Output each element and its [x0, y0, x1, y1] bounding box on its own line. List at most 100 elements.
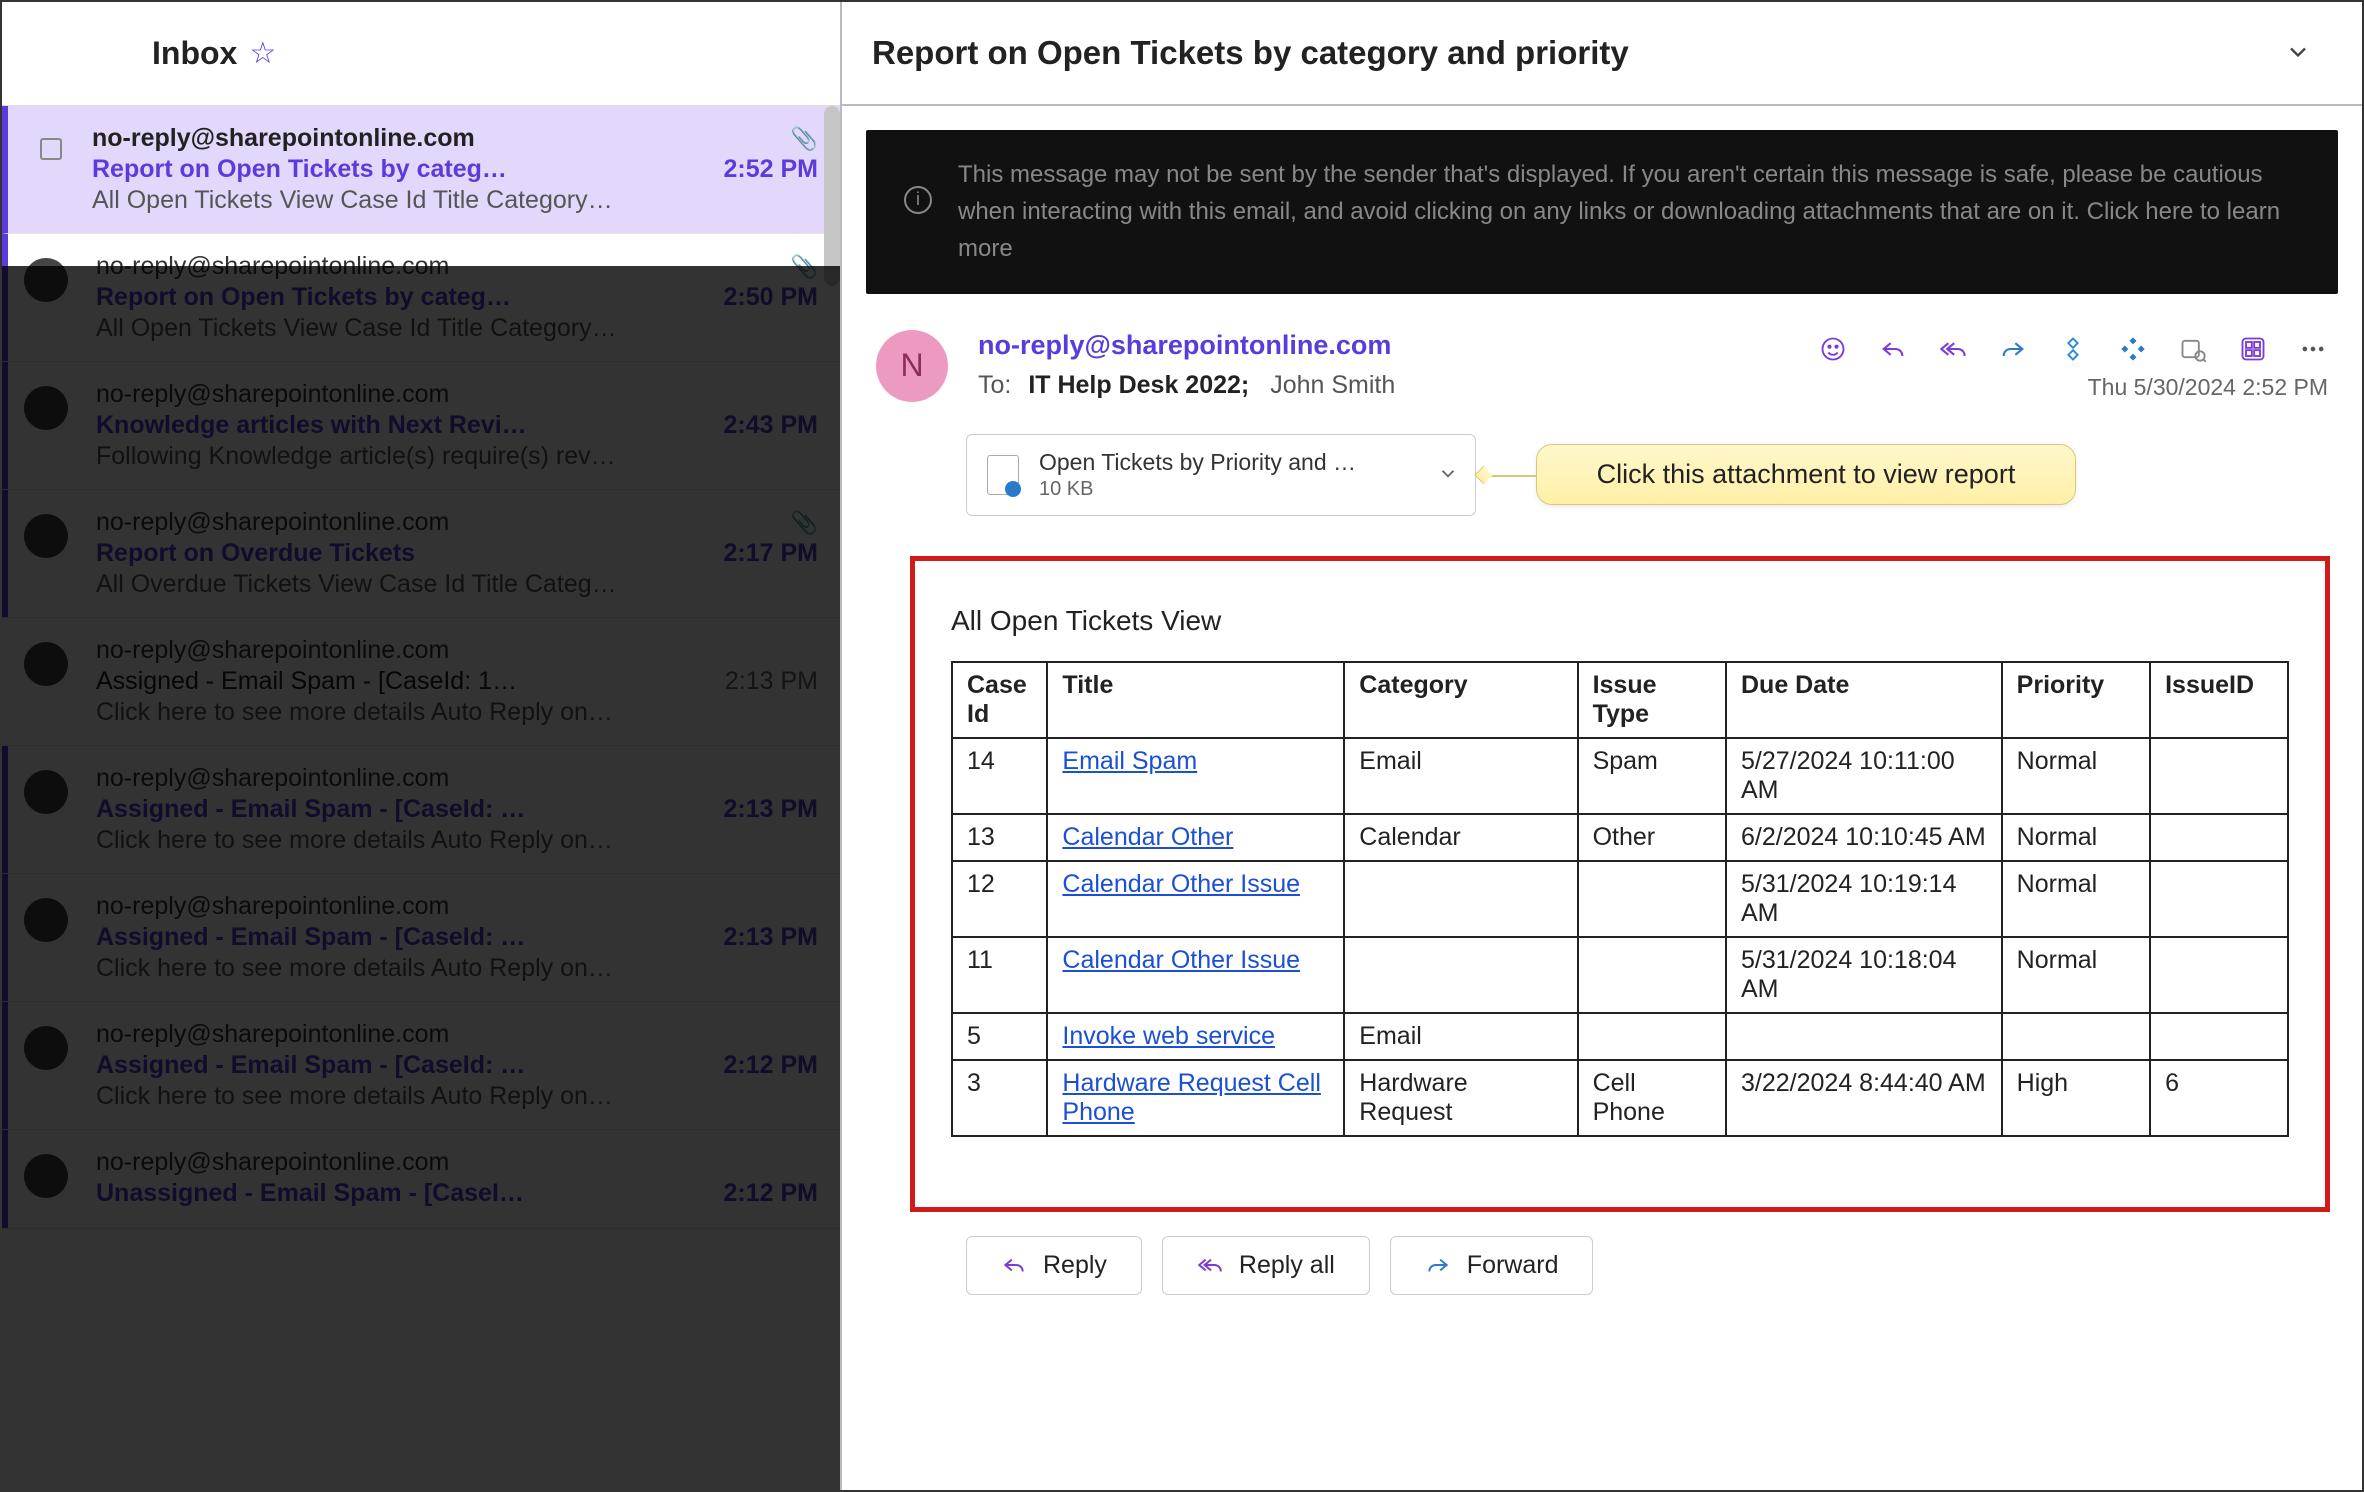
message-list-scrollbar[interactable] [824, 106, 840, 286]
safety-banner-text: This message may not be sent by the send… [958, 156, 2300, 268]
table-cell: Spam [1578, 738, 1726, 814]
message-sender: no-reply@sharepointonline.com [92, 124, 781, 153]
message-list[interactable]: no-reply@sharepointonline.com 📎 Report on … [2, 106, 840, 1490]
table-cell: Invoke web service [1047, 1013, 1344, 1060]
more-actions-icon[interactable] [2298, 334, 2328, 364]
reply-all-button[interactable]: Reply all [1162, 1236, 1370, 1295]
message-list-pane: Inbox ☆ no-reply@sharepointonline.com 📎 Re… [2, 2, 842, 1490]
table-cell: Calendar Other Issue [1047, 937, 1344, 1013]
recipient-secondary[interactable]: John Smith [1270, 371, 1395, 399]
table-cell: Email Spam [1047, 738, 1344, 814]
reading-subject: Report on Open Tickets by category and p… [872, 34, 1629, 72]
emoji-reaction-icon[interactable] [1818, 334, 1848, 364]
forward-button[interactable]: Forward [1390, 1236, 1594, 1295]
report-highlight-box: All Open Tickets View Case IdTitleCatego… [910, 556, 2330, 1212]
table-cell [1578, 937, 1726, 1013]
app-root: Inbox ☆ no-reply@sharepointonline.com 📎 Re… [0, 0, 2364, 1492]
attachment-chevron-icon[interactable] [1437, 462, 1459, 487]
attachment-name: Open Tickets by Priority and … [1039, 449, 1356, 476]
reading-header: Report on Open Tickets by category and p… [842, 2, 2362, 106]
table-row: 11Calendar Other Issue5/31/2024 10:18:04… [952, 937, 2288, 1013]
collapse-icon[interactable] [2284, 38, 2312, 69]
bottom-action-bar: Reply Reply all Forward [966, 1236, 2338, 1295]
recipient-primary[interactable]: IT Help Desk 2022; [1028, 371, 1249, 399]
table-cell: 11 [952, 937, 1047, 1013]
table-cell: 3/22/2024 8:44:40 AM [1726, 1060, 2002, 1136]
reply-button[interactable]: Reply [966, 1236, 1142, 1295]
sender-avatar[interactable]: N [876, 330, 948, 402]
ticket-title-link[interactable]: Hardware Request Cell Phone [1062, 1069, 1320, 1126]
table-header: Title [1047, 662, 1344, 738]
favorite-star-icon[interactable]: ☆ [249, 36, 276, 71]
table-cell [2002, 1013, 2150, 1060]
inbox-title: Inbox [152, 35, 237, 72]
apps-icon-1[interactable] [2058, 334, 2088, 364]
table-cell [2150, 937, 2288, 1013]
table-cell: 6 [2150, 1060, 2288, 1136]
table-cell: 14 [952, 738, 1047, 814]
table-header: Issue Type [1578, 662, 1726, 738]
document-icon [987, 455, 1019, 495]
table-row: 3Hardware Request Cell PhoneHardware Req… [952, 1060, 2288, 1136]
table-cell [2150, 1013, 2288, 1060]
reading-body: i This message may not be sent by the se… [842, 106, 2362, 1490]
table-cell: 3 [952, 1060, 1047, 1136]
table-header: Category [1344, 662, 1577, 738]
reply-button-label: Reply [1043, 1251, 1107, 1280]
table-cell: Normal [2002, 937, 2150, 1013]
table-cell: Calendar [1344, 814, 1577, 861]
table-cell: Other [1578, 814, 1726, 861]
message-item[interactable]: no-reply@sharepointonline.com 📎 Report on … [2, 106, 840, 234]
attachment-card[interactable]: Open Tickets by Priority and … 10 KB [966, 434, 1476, 516]
table-cell: 5 [952, 1013, 1047, 1060]
message-action-bar [1818, 330, 2328, 364]
report-title: All Open Tickets View [951, 605, 2289, 637]
table-header: Case Id [952, 662, 1047, 738]
table-cell: Email [1344, 738, 1577, 814]
select-checkbox[interactable] [40, 138, 62, 160]
table-cell: 6/2/2024 10:10:45 AM [1726, 814, 2002, 861]
ticket-title-link[interactable]: Calendar Other Issue [1062, 870, 1300, 898]
attachment-row: Open Tickets by Priority and … 10 KB Cli… [966, 434, 2338, 516]
ticket-title-link[interactable]: Calendar Other Issue [1062, 946, 1300, 974]
message-subject: Report on Open Tickets by categ… [92, 155, 704, 184]
table-cell [2150, 814, 2288, 861]
message-timestamp: Thu 5/30/2024 2:52 PM [1818, 374, 2328, 401]
table-cell [1726, 1013, 2002, 1060]
tickets-table: Case IdTitleCategoryIssue TypeDue DatePr… [951, 661, 2289, 1137]
table-cell: Normal [2002, 738, 2150, 814]
inbox-header: Inbox ☆ [2, 2, 840, 106]
forward-icon[interactable] [1998, 334, 2028, 364]
sender-address[interactable]: no-reply@sharepointonline.com [978, 330, 1818, 361]
safety-banner[interactable]: i This message may not be sent by the se… [866, 130, 2338, 294]
table-cell: Hardware Request Cell Phone [1047, 1060, 1344, 1136]
table-cell: Calendar Other [1047, 814, 1344, 861]
immersive-reader-icon[interactable] [2238, 334, 2268, 364]
table-row: 13 Calendar Other CalendarOther6/2/2024 10… [952, 814, 2288, 861]
info-icon: i [904, 186, 932, 214]
table-cell: 5/27/2024 10:11:00 AM [1726, 738, 2002, 814]
table-cell: High [2002, 1060, 2150, 1136]
table-cell: Email [1344, 1013, 1577, 1060]
table-cell: 5/31/2024 10:19:14 AM [1726, 861, 2002, 937]
attachment-icon: 📎 [791, 126, 818, 152]
apps-icon-2[interactable] [2118, 334, 2148, 364]
sender-row: N no-reply@sharepointonline.com To: IT H… [866, 322, 2338, 412]
table-row: 5 Invoke web service Email [952, 1013, 2288, 1060]
table-header: Priority [2002, 662, 2150, 738]
attachment-size: 10 KB [1039, 478, 1356, 501]
table-row: 14 Email Spam EmailSpam5/27/2024 10:11:00 … [952, 738, 2288, 814]
table-cell [1578, 861, 1726, 937]
table-cell: 13 [952, 814, 1047, 861]
zoom-icon[interactable] [2178, 334, 2208, 364]
reply-all-icon[interactable] [1938, 334, 1968, 364]
table-cell [1578, 1013, 1726, 1060]
table-cell: 12 [952, 861, 1047, 937]
reply-icon[interactable] [1878, 334, 1908, 364]
table-cell [2150, 738, 2288, 814]
ticket-title-link[interactable]: Calendar Other [1062, 823, 1233, 851]
ticket-title-link[interactable]: Invoke web service [1062, 1022, 1275, 1050]
table-row: 12 Calendar Other Issue 5/31/2024 10:19:14… [952, 861, 2288, 937]
to-label: To: [978, 371, 1011, 399]
ticket-title-link[interactable]: Email Spam [1062, 747, 1197, 775]
